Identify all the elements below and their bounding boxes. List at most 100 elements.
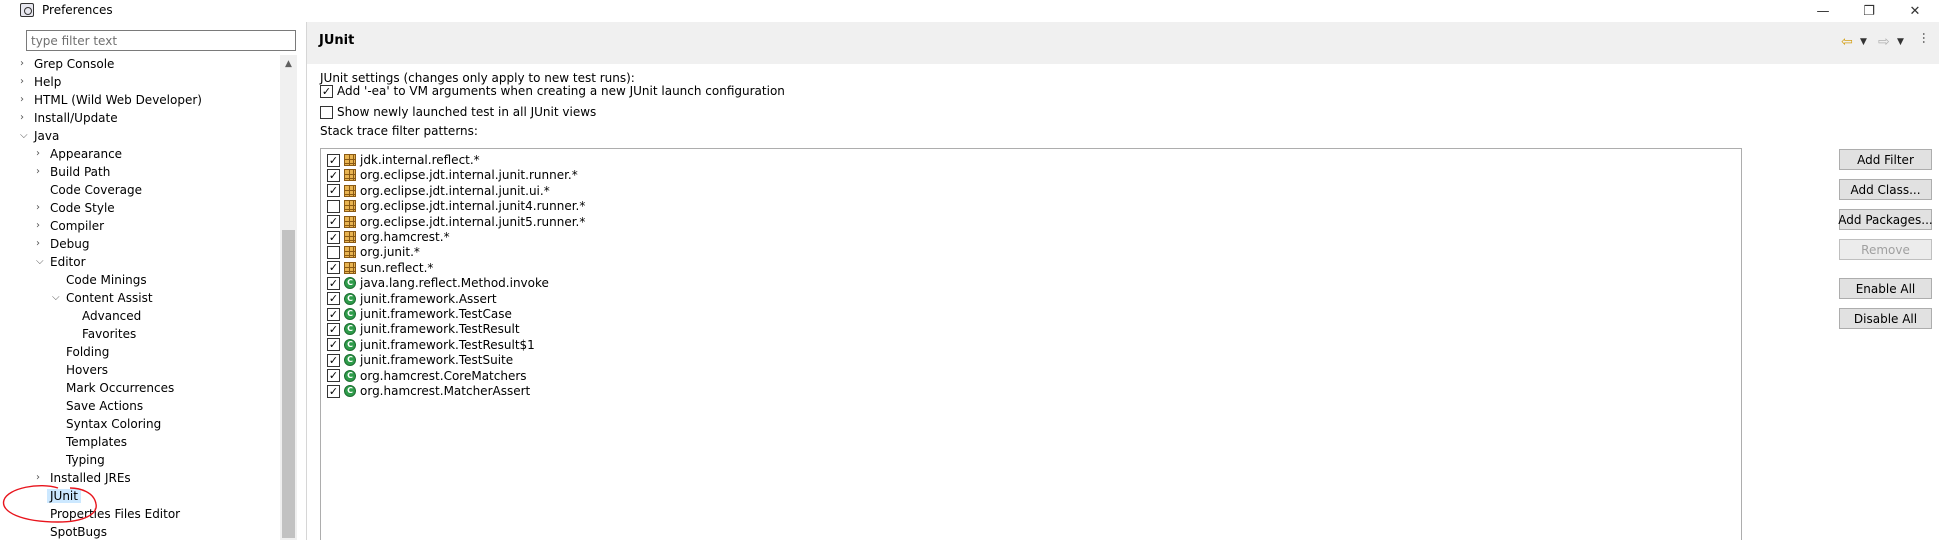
tree-item[interactable]: Code Minings (66, 271, 147, 289)
tree-item[interactable]: ⌵ Editor (36, 253, 86, 271)
filter-checkbox[interactable]: ✓ (327, 276, 340, 290)
filter-row[interactable]: ✓ Corg.hamcrest.MatcherAssert (327, 382, 530, 400)
tree-item[interactable]: › Help (20, 73, 61, 91)
chevron-right-icon[interactable]: › (20, 55, 30, 73)
package-icon (344, 261, 356, 274)
forward-history-dropdown-icon[interactable]: ▼ (1897, 32, 1904, 52)
filter-input[interactable] (26, 30, 296, 51)
filter-checkbox[interactable]: ✓ (327, 322, 340, 336)
filter-checkbox[interactable]: ✓ (327, 184, 340, 198)
tree-item[interactable]: SpotBugs (50, 523, 107, 540)
filter-checkbox[interactable] (327, 245, 340, 259)
filter-checkbox[interactable]: ✓ (327, 292, 340, 306)
disable-all-button[interactable]: Disable All (1839, 308, 1932, 329)
chevron-right-icon[interactable]: › (36, 145, 46, 163)
tree-item[interactable]: Syntax Coloring (66, 415, 161, 433)
add-ea-checkbox[interactable]: ✓ (320, 84, 333, 98)
tree-item[interactable]: › Debug (36, 235, 89, 253)
tree-item[interactable]: › Grep Console (20, 55, 114, 73)
chevron-right-icon[interactable]: › (36, 163, 46, 181)
tree-item[interactable]: › Installed JREs (36, 469, 131, 487)
filter-checkbox[interactable]: ✓ (327, 153, 340, 167)
chevron-right-icon[interactable]: › (20, 91, 30, 109)
filter-checkbox[interactable]: ✓ (327, 230, 340, 244)
tree-item[interactable]: Properties Files Editor (50, 505, 180, 523)
tree-item[interactable]: Typing (66, 451, 105, 469)
scroll-thumb[interactable] (282, 230, 295, 538)
page-header: JUnit ⇦ ▼ ⇨ ▼ ⋯ (307, 22, 1939, 64)
view-menu-icon[interactable]: ⋯ (1917, 32, 1931, 52)
filter-checkbox[interactable]: ✓ (327, 168, 340, 182)
tree-item[interactable]: › Install/Update (20, 109, 118, 127)
show-newly-launched-checkbox[interactable] (320, 105, 333, 119)
class-icon: C (344, 338, 356, 351)
scroll-up-arrow-icon[interactable]: ▲ (280, 55, 297, 72)
chevron-right-icon[interactable]: › (20, 109, 30, 127)
title-bar: Preferences — ❐ ✕ (0, 0, 1939, 22)
tree-item-label: Templates (66, 435, 128, 449)
chevron-down-icon[interactable]: ⌵ (52, 289, 62, 307)
enable-all-button[interactable]: Enable All (1839, 278, 1932, 299)
back-arrow-icon[interactable]: ⇦ (1841, 32, 1853, 52)
filter-checkbox[interactable] (327, 199, 340, 213)
tree-item[interactable]: Save Actions (66, 397, 143, 415)
tree-item[interactable]: › Build Path (36, 163, 110, 181)
tree-item[interactable]: Advanced (82, 307, 141, 325)
tree-item-label: Editor (50, 255, 86, 269)
filter-pattern-label: org.eclipse.jdt.internal.junit.runner.* (360, 168, 578, 183)
chevron-right-icon[interactable]: › (20, 73, 30, 91)
tree-item[interactable]: › Appearance (36, 145, 122, 163)
tree-item[interactable]: › Code Style (36, 199, 115, 217)
tree-item[interactable]: Mark Occurrences (66, 379, 174, 397)
package-icon (344, 184, 356, 197)
back-history-dropdown-icon[interactable]: ▼ (1860, 32, 1867, 52)
tree-item[interactable]: Templates (66, 433, 127, 451)
filter-checkbox[interactable]: ✓ (327, 261, 340, 275)
chevron-right-icon[interactable]: › (36, 235, 46, 253)
chevron-down-icon[interactable]: ⌵ (36, 253, 46, 271)
tree-item-label: JUnit (47, 489, 81, 503)
tree-item[interactable]: Code Coverage (50, 181, 142, 199)
tree-item[interactable]: Folding (66, 343, 109, 361)
add-filter-button[interactable]: Add Filter (1839, 149, 1932, 170)
chevron-down-icon[interactable]: ⌵ (20, 127, 30, 145)
chevron-right-icon[interactable]: › (36, 217, 46, 235)
filter-checkbox[interactable]: ✓ (327, 384, 340, 398)
tree-scrollbar[interactable]: ▲ (280, 55, 297, 540)
package-icon (344, 215, 356, 228)
show-newly-launched-option[interactable]: Show newly launched test in all JUnit vi… (320, 103, 596, 121)
tree-item-label: Folding (66, 345, 110, 359)
add-class-button[interactable]: Add Class... (1839, 179, 1932, 200)
forward-arrow-icon[interactable]: ⇨ (1878, 32, 1890, 52)
tree-item[interactable]: › Compiler (36, 217, 104, 235)
tree-item[interactable]: JUnit (47, 487, 81, 505)
stack-trace-filter-list[interactable]: ✓ jdk.internal.reflect.* ✓ org.eclipse.jdt.… (320, 148, 1742, 540)
tree-item-label: Code Coverage (50, 183, 143, 197)
remove-button[interactable]: Remove (1839, 239, 1932, 260)
package-icon (344, 231, 356, 243)
minimize-button[interactable]: — (1800, 0, 1846, 22)
restore-button[interactable]: ❐ (1846, 0, 1892, 22)
tree-item[interactable]: Favorites (82, 325, 136, 343)
filter-checkbox[interactable]: ✓ (327, 369, 340, 383)
add-ea-option[interactable]: ✓ Add '-ea' to VM arguments when creatin… (320, 82, 785, 100)
chevron-right-icon[interactable]: › (36, 199, 46, 217)
preference-navigation-panel: › Grep Console › Help › HTML (Wild Web Develo… (0, 22, 297, 540)
filter-checkbox[interactable]: ✓ (327, 353, 340, 367)
chevron-right-icon[interactable]: › (36, 469, 46, 487)
class-icon: C (344, 385, 356, 397)
close-button[interactable]: ✕ (1892, 0, 1938, 22)
add-packages-button[interactable]: Add Packages... (1838, 209, 1933, 230)
filter-checkbox[interactable]: ✓ (327, 338, 340, 352)
tree-item[interactable]: ⌵ Java (20, 127, 59, 145)
tree-item[interactable]: Hovers (66, 361, 108, 379)
class-icon: C (344, 308, 356, 320)
tree-item-label: Properties Files Editor (50, 507, 181, 521)
filter-pattern-label: org.eclipse.jdt.internal.junit4.runner.* (360, 199, 586, 214)
tree-item-label: Install/Update (34, 111, 118, 125)
filter-checkbox[interactable]: ✓ (327, 215, 340, 229)
tree-item[interactable]: ⌵ Content Assist (52, 289, 153, 307)
junit-preference-page: JUnit ⇦ ▼ ⇨ ▼ ⋯ JUnit settings (changes … (307, 22, 1939, 540)
tree-item[interactable]: › HTML (Wild Web Developer) (20, 91, 202, 109)
filter-checkbox[interactable]: ✓ (327, 307, 340, 321)
